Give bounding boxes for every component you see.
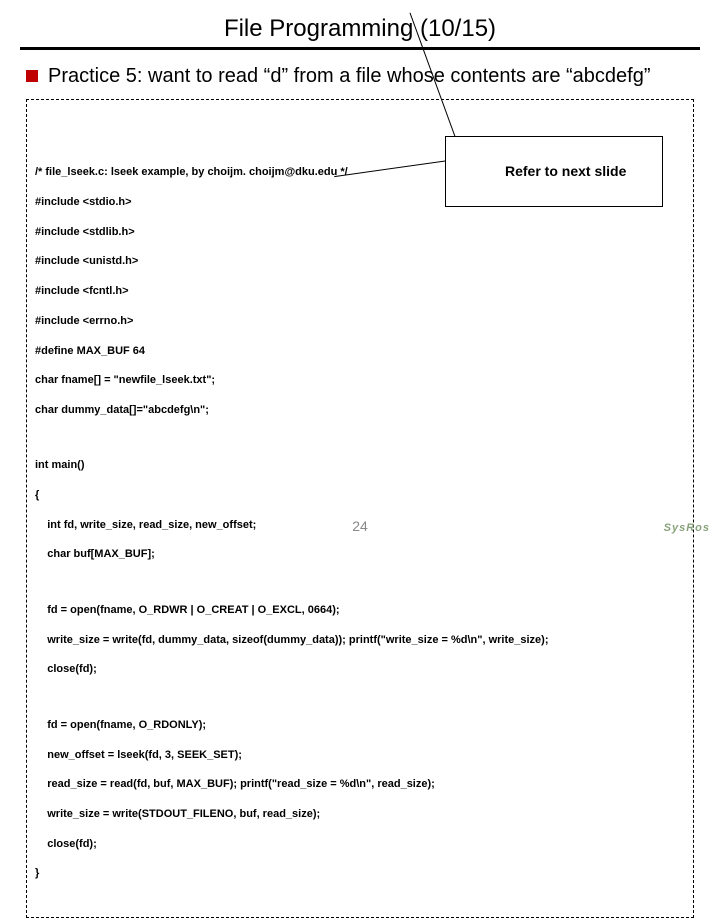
code-line: } xyxy=(35,866,685,881)
code-line: #include <unistd.h> xyxy=(35,254,685,269)
page-number: 24 xyxy=(352,518,368,534)
code-line: fd = open(fname, O_RDWR | O_CREAT | O_EX… xyxy=(35,603,685,618)
code-line: #include <fcntl.h> xyxy=(35,284,685,299)
logo: SysRos xyxy=(664,522,710,534)
code-line: #define MAX_BUF 64 xyxy=(35,344,685,359)
code-line: char dummy_data[]="abcdefg\n"; xyxy=(35,403,685,418)
slide-title: File Programming (10/15) xyxy=(20,15,700,43)
code-line: #include <stdlib.h> xyxy=(35,225,685,240)
title-underline xyxy=(20,47,700,50)
code-box: Refer to next slide /* file_lseek.c: lse… xyxy=(26,99,694,918)
code-line: close(fd); xyxy=(35,662,685,677)
code-line: char buf[MAX_BUF]; xyxy=(35,547,685,562)
code-line: write_size = write(STDOUT_FILENO, buf, r… xyxy=(35,807,685,822)
slide: File Programming (10/15) Practice 5: wan… xyxy=(0,0,720,540)
code-line: write_size = write(fd, dummy_data, sizeo… xyxy=(35,633,685,648)
code-line: char fname[] = "newfile_lseek.txt"; xyxy=(35,373,685,388)
callout-box: Refer to next slide xyxy=(445,136,663,207)
code-line: fd = open(fname, O_RDONLY); xyxy=(35,718,685,733)
blank-line xyxy=(35,433,685,444)
blank-line xyxy=(35,692,685,703)
code-line: new_offset = lseek(fd, 3, SEEK_SET); xyxy=(35,748,685,763)
code-line: close(fd); xyxy=(35,837,685,852)
bullet-icon xyxy=(26,70,38,82)
bullet-text: Practice 5: want to read “d” from a file… xyxy=(48,64,651,89)
bullet-item: Practice 5: want to read “d” from a file… xyxy=(26,64,700,89)
code-line: #include <errno.h> xyxy=(35,314,685,329)
code-line: read_size = read(fd, buf, MAX_BUF); prin… xyxy=(35,777,685,792)
code-line: int main() xyxy=(35,458,685,473)
callout-text: Refer to next slide xyxy=(505,163,626,179)
blank-line xyxy=(35,577,685,588)
code-line: { xyxy=(35,488,685,503)
